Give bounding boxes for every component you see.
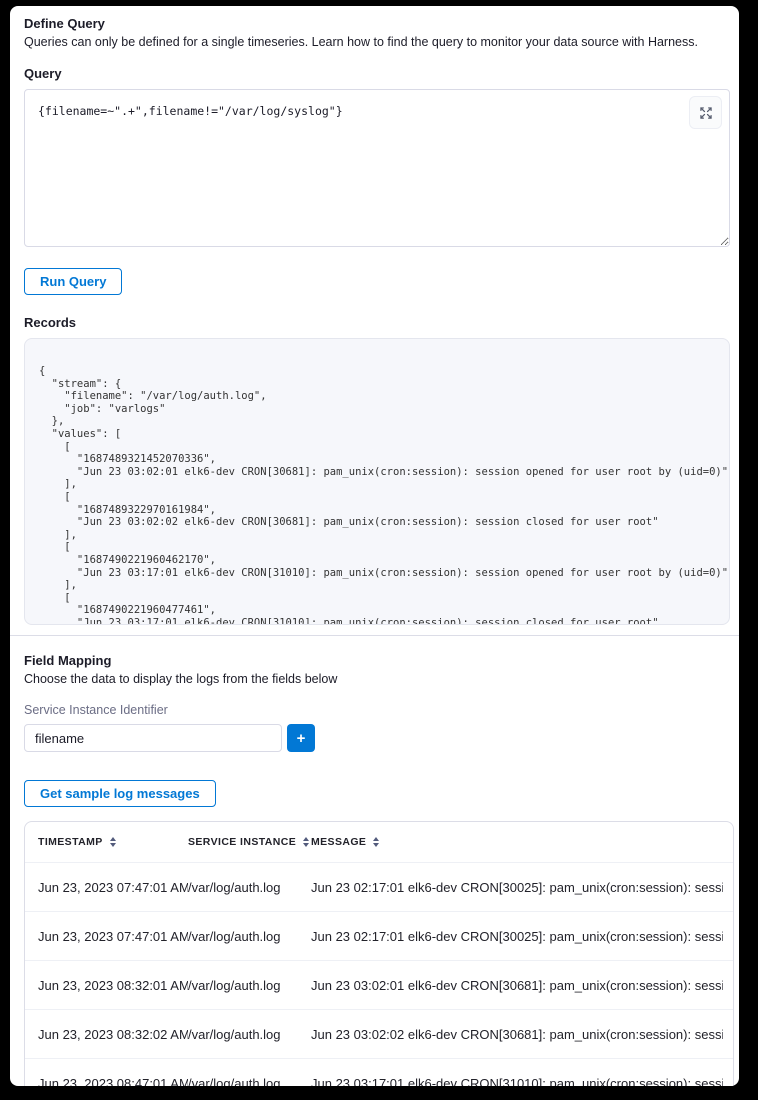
table-header-row: TIMESTAMP SERVICE INSTANCE MESSAGE: [25, 822, 733, 862]
main-panel: Define Query Queries can only be defined…: [10, 6, 739, 1086]
service-instance-cell: /var/log/auth.log: [188, 929, 311, 944]
fullscreen-expand-icon: [699, 106, 713, 120]
column-header-message: MESSAGE: [311, 836, 723, 848]
sample-log-table: TIMESTAMP SERVICE INSTANCE MESSAGE Jun 2…: [24, 821, 734, 1086]
table-row[interactable]: Jun 23, 2023 08:32:01 AM /var/log/auth.l…: [25, 960, 733, 1009]
message-cell: Jun 23 03:02:02 elk6-dev CRON[30681]: pa…: [311, 1027, 723, 1042]
timestamp-cell: Jun 23, 2023 08:32:02 AM: [38, 1027, 188, 1042]
define-query-title: Define Query: [24, 16, 729, 31]
query-label: Query: [24, 66, 729, 81]
column-header-service-instance: SERVICE INSTANCE: [188, 836, 311, 848]
service-instance-cell: /var/log/auth.log: [188, 1076, 311, 1087]
timestamp-cell: Jun 23, 2023 07:47:01 AM: [38, 880, 188, 895]
message-cell: Jun 23 02:17:01 elk6-dev CRON[30025]: pa…: [311, 929, 723, 944]
message-cell: Jun 23 02:17:01 elk6-dev CRON[30025]: pa…: [311, 880, 723, 895]
table-row[interactable]: Jun 23, 2023 07:47:01 AM /var/log/auth.l…: [25, 862, 733, 911]
sort-message-icon[interactable]: [373, 837, 379, 847]
query-input[interactable]: {filename=~".+",filename!="/var/log/sysl…: [24, 89, 730, 247]
service-instance-cell: /var/log/auth.log: [188, 1027, 311, 1042]
field-mapping-description: Choose the data to display the logs from…: [24, 672, 729, 686]
timestamp-cell: Jun 23, 2023 08:32:01 AM: [38, 978, 188, 993]
add-field-button[interactable]: +: [287, 724, 315, 752]
service-instance-identifier-label: Service Instance Identifier: [24, 703, 729, 717]
query-editor: {filename=~".+",filename!="/var/log/sysl…: [24, 89, 729, 252]
table-row[interactable]: Jun 23, 2023 07:47:01 AM /var/log/auth.l…: [25, 911, 733, 960]
records-label: Records: [24, 315, 729, 330]
service-instance-cell: /var/log/auth.log: [188, 978, 311, 993]
table-row[interactable]: Jun 23, 2023 08:32:02 AM /var/log/auth.l…: [25, 1009, 733, 1058]
timestamp-cell: Jun 23, 2023 08:47:01 AM: [38, 1076, 188, 1087]
records-viewer[interactable]: { "stream": { "filename": "/var/log/auth…: [24, 338, 730, 625]
service-instance-input[interactable]: [24, 724, 282, 752]
get-sample-log-messages-button[interactable]: Get sample log messages: [24, 780, 216, 807]
define-query-description: Queries can only be defined for a single…: [24, 35, 729, 49]
expand-query-button[interactable]: [689, 96, 722, 129]
field-mapping-title: Field Mapping: [24, 653, 729, 668]
message-cell: Jun 23 03:17:01 elk6-dev CRON[31010]: pa…: [311, 1076, 723, 1087]
records-json: { "stream": { "filename": "/var/log/auth…: [25, 339, 729, 625]
section-divider: [10, 635, 739, 636]
service-instance-cell: /var/log/auth.log: [188, 880, 311, 895]
timestamp-cell: Jun 23, 2023 07:47:01 AM: [38, 929, 188, 944]
run-query-button[interactable]: Run Query: [24, 268, 122, 295]
sort-timestamp-icon[interactable]: [110, 837, 116, 847]
column-header-timestamp: TIMESTAMP: [38, 836, 188, 848]
plus-icon: +: [297, 731, 306, 746]
message-cell: Jun 23 03:02:01 elk6-dev CRON[30681]: pa…: [311, 978, 723, 993]
table-row[interactable]: Jun 23, 2023 08:47:01 AM /var/log/auth.l…: [25, 1058, 733, 1086]
sort-service-instance-icon[interactable]: [303, 837, 309, 847]
service-instance-row: +: [24, 724, 729, 752]
